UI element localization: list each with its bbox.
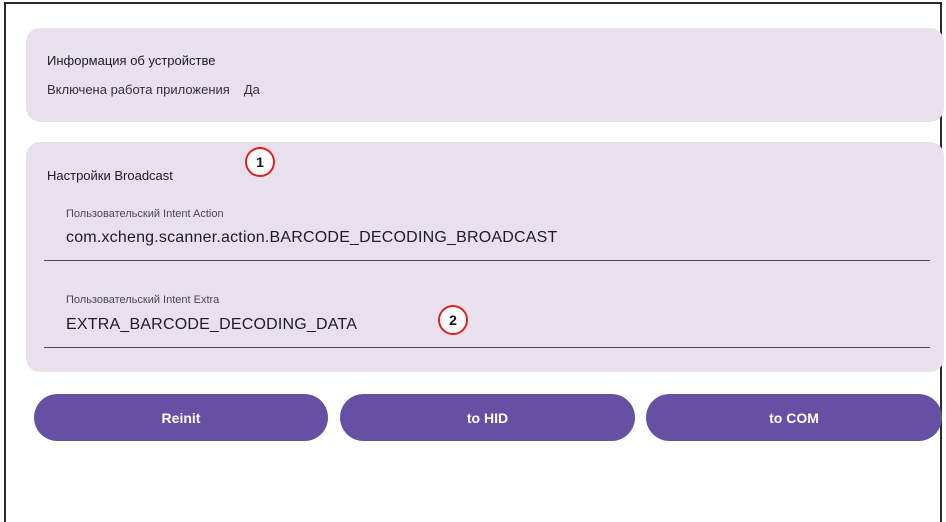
intent-extra-field[interactable]: Пользовательский Intent Extra EXTRA_BARC… xyxy=(44,290,930,348)
intent-extra-underline xyxy=(44,347,930,348)
intent-extra-label: Пользовательский Intent Extra xyxy=(66,294,220,306)
reinit-button[interactable]: Reinit xyxy=(34,394,328,441)
intent-action-label: Пользовательский Intent Action xyxy=(66,208,224,220)
app-enabled-row: Включена работа приложения Да xyxy=(47,82,260,97)
intent-action-underline xyxy=(44,260,930,261)
annotation-marker-1: 1 xyxy=(245,147,275,177)
annotation-marker-2: 2 xyxy=(438,305,468,335)
to-com-button[interactable]: to COM xyxy=(646,394,942,441)
broadcast-settings-title: Настройки Broadcast xyxy=(47,168,173,183)
device-info-card: Информация об устройстве Включена работа… xyxy=(26,28,944,122)
app-enabled-value: Да xyxy=(243,82,260,97)
app-enabled-label: Включена работа приложения xyxy=(47,82,230,97)
device-info-title: Информация об устройстве xyxy=(47,53,216,68)
broadcast-settings-card: Настройки Broadcast Пользовательский Int… xyxy=(26,142,944,372)
to-hid-button[interactable]: to HID xyxy=(340,394,635,441)
intent-action-value[interactable]: com.xcheng.scanner.action.BARCODE_DECODI… xyxy=(66,229,557,247)
intent-extra-value[interactable]: EXTRA_BARCODE_DECODING_DATA xyxy=(66,316,357,334)
intent-action-field[interactable]: Пользовательский Intent Action com.xchen… xyxy=(44,204,930,262)
